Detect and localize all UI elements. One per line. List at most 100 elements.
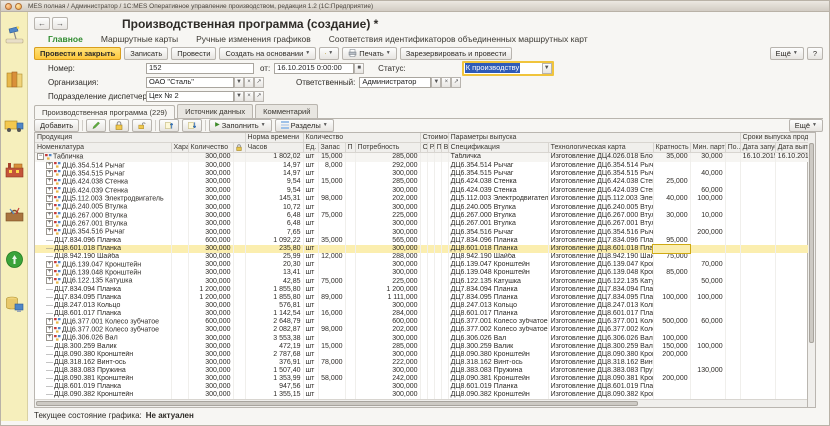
cell-unit[interactable]: шт: [303, 261, 318, 269]
cell-po[interactable]: [725, 187, 740, 195]
expand-icon[interactable]: +: [46, 334, 53, 341]
cell-o[interactable]: [420, 170, 427, 178]
cell-po[interactable]: [725, 367, 740, 375]
cell-mult[interactable]: 40,000: [653, 195, 690, 203]
cell-need[interactable]: 300,000: [355, 170, 420, 178]
expand-icon[interactable]: +: [46, 195, 53, 202]
cell-release[interactable]: [775, 286, 808, 294]
forward-button[interactable]: →: [52, 17, 68, 30]
cell-need[interactable]: 300,000: [355, 269, 420, 277]
cell-o[interactable]: [420, 326, 427, 334]
cell-v[interactable]: [441, 203, 448, 211]
cell-release[interactable]: [775, 367, 808, 375]
cell-o[interactable]: [420, 269, 427, 277]
expand-icon[interactable]: +: [46, 326, 53, 333]
cell-char[interactable]: [171, 253, 188, 261]
cell-r[interactable]: [427, 351, 434, 359]
cell-mult[interactable]: 100,000: [653, 294, 690, 302]
cell-spec[interactable]: ДЦ7.834.096 Планка: [448, 237, 548, 245]
cell-v[interactable]: [441, 187, 448, 195]
cell-minb[interactable]: [690, 351, 725, 359]
cell-o[interactable]: [420, 286, 427, 294]
cell-unit[interactable]: шт: [303, 212, 318, 220]
cell-spec[interactable]: ДЦ6.139.047 Кронштейн: [448, 261, 548, 269]
form-more-button[interactable]: Ещё▼: [770, 47, 804, 60]
cell-p2[interactable]: [434, 228, 441, 236]
cell-minb[interactable]: [690, 375, 725, 383]
nomenclature-cell[interactable]: +ДЦ6.267.001 Втулка: [35, 220, 171, 228]
cell-r[interactable]: [427, 326, 434, 334]
cell-p[interactable]: [345, 228, 355, 236]
cell-release[interactable]: [775, 253, 808, 261]
cell-lock[interactable]: [233, 318, 245, 326]
cell-unit[interactable]: шт: [303, 302, 318, 310]
cell-qty[interactable]: 300,000: [188, 212, 233, 220]
cell-char[interactable]: [171, 203, 188, 211]
cell-release[interactable]: [775, 326, 808, 334]
table-row[interactable]: —ДЦ8.601.019 Планка300,000947,56шт300,00…: [35, 383, 808, 391]
cell-char[interactable]: [171, 277, 188, 285]
nomenclature-cell[interactable]: +ДЦ6.122.135 Катушка: [35, 277, 171, 285]
cell-o[interactable]: [420, 178, 427, 186]
cell-v[interactable]: [441, 220, 448, 228]
cell-minb[interactable]: [690, 203, 725, 211]
cell-po[interactable]: [725, 310, 740, 318]
cell-hours[interactable]: 576,81: [245, 302, 303, 310]
cell-unit[interactable]: шт: [303, 351, 318, 359]
cell-tech[interactable]: Изготовление ДЦ8.247.013 Кольцо: [548, 302, 653, 310]
cell-po[interactable]: [725, 203, 740, 211]
cell-p[interactable]: [345, 269, 355, 277]
cell-lock[interactable]: [233, 302, 245, 310]
cell-lock[interactable]: [233, 187, 245, 195]
cell-p2[interactable]: [434, 269, 441, 277]
cell-unit[interactable]: шт: [303, 245, 318, 253]
cell-release[interactable]: [775, 245, 808, 253]
cell-need[interactable]: 300,000: [355, 334, 420, 342]
cell-p2[interactable]: [434, 195, 441, 203]
cell-char[interactable]: [171, 261, 188, 269]
cell-spec[interactable]: ДЦ8.383.083 Пружина: [448, 367, 548, 375]
cell-stock[interactable]: 75,000: [318, 277, 345, 285]
column-header[interactable]: П...: [434, 143, 441, 153]
nomenclature-cell[interactable]: +ДЦ6.354.514 Рычаг: [35, 162, 171, 170]
nomenclature-cell[interactable]: +ДЦ6.306.026 Вал: [35, 334, 171, 342]
column-header[interactable]: Номенклатура: [35, 143, 171, 153]
cell-need[interactable]: 285,000: [355, 153, 420, 162]
cell-tech[interactable]: Изготовление ДЦ8.601.018 Планка: [548, 245, 653, 253]
cell-hours[interactable]: 2 648,79: [245, 318, 303, 326]
cell-minb[interactable]: 10,000: [690, 212, 725, 220]
nomenclature-cell[interactable]: —ДЦ8.090.380 Кронштейн: [35, 351, 171, 359]
cell-minb[interactable]: [690, 326, 725, 334]
cell-stock[interactable]: [318, 245, 345, 253]
cell-o[interactable]: [420, 245, 427, 253]
cell-p[interactable]: [345, 318, 355, 326]
nomenclature-cell[interactable]: —ДЦ7.834.095 Планка: [35, 294, 171, 302]
cell-need[interactable]: 300,000: [355, 228, 420, 236]
cell-po[interactable]: [725, 253, 740, 261]
cell-o[interactable]: [420, 228, 427, 236]
cell-launch[interactable]: [740, 237, 775, 245]
cell-lock[interactable]: [233, 391, 245, 399]
cell-minb[interactable]: [690, 220, 725, 228]
cell-r[interactable]: [427, 187, 434, 195]
nomenclature-cell[interactable]: —ДЦ8.383.083 Пружина: [35, 367, 171, 375]
cell-hours[interactable]: 9,54: [245, 187, 303, 195]
calendar-icon[interactable]: ■: [354, 63, 364, 74]
cell-tech[interactable]: Изготовление ДЦ6.139.048 Кронштейн: [548, 269, 653, 277]
cell-r[interactable]: [427, 375, 434, 383]
cell-v[interactable]: [441, 153, 448, 162]
cell-launch[interactable]: 16.10.2015: [740, 153, 775, 162]
cell-spec[interactable]: ДЦ6.354.515 Рычаг: [448, 170, 548, 178]
cell-hours[interactable]: 1 855,80: [245, 294, 303, 302]
expand-icon[interactable]: +: [46, 212, 53, 219]
cell-release[interactable]: [775, 203, 808, 211]
cell-p2[interactable]: [434, 187, 441, 195]
cell-p2[interactable]: [434, 212, 441, 220]
cell-unit[interactable]: шт: [303, 195, 318, 203]
cell-r[interactable]: [427, 195, 434, 203]
cell-stock[interactable]: [318, 261, 345, 269]
cell-tech[interactable]: Изготовление ДЦ8.090.382 Кронштейн: [548, 391, 653, 399]
cell-r[interactable]: [427, 212, 434, 220]
cell-unit[interactable]: шт: [303, 391, 318, 399]
cell-mult[interactable]: 25,000: [653, 178, 690, 186]
